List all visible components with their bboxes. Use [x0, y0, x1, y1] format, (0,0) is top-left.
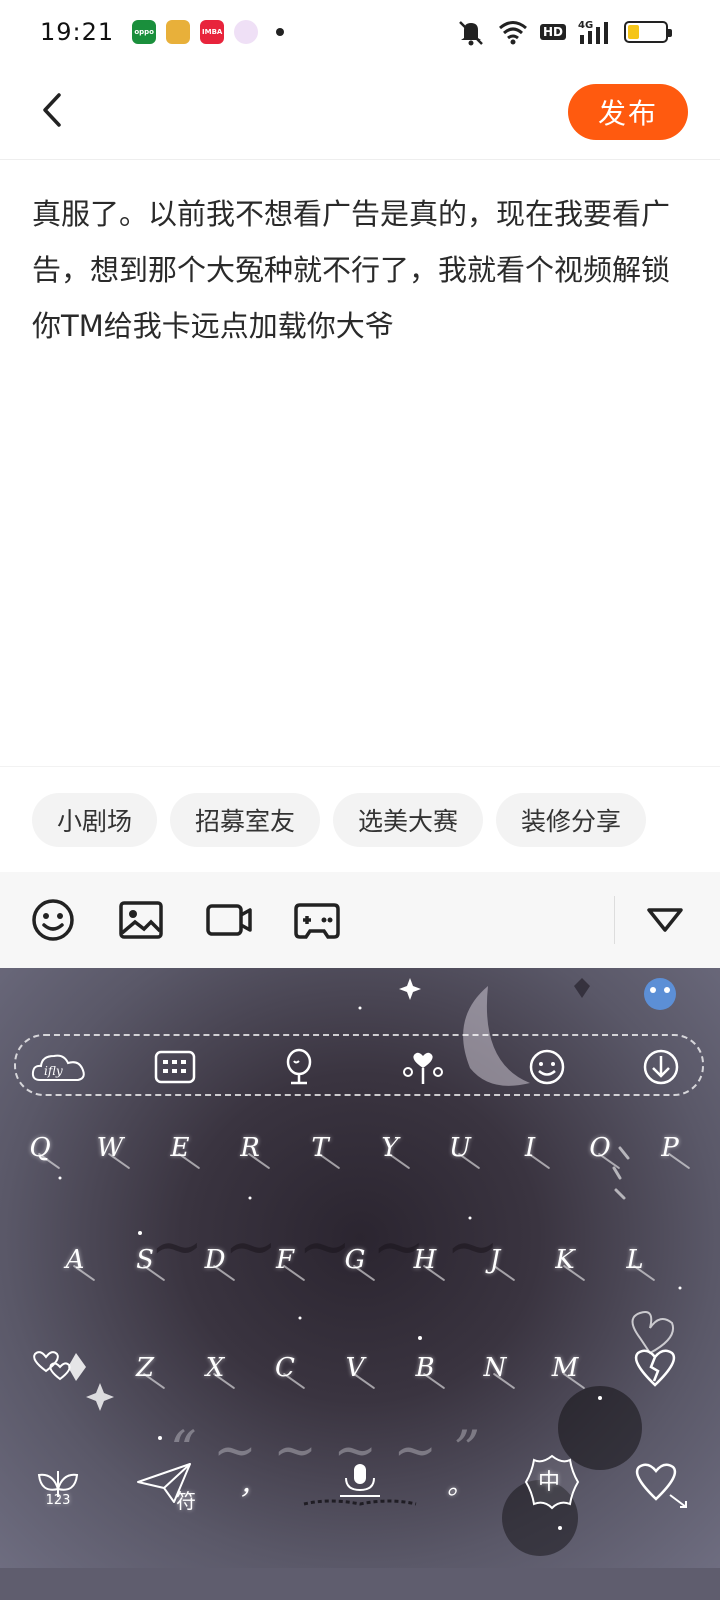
key-b[interactable]: B: [395, 1338, 455, 1398]
heart-app-icon: [234, 20, 259, 44]
broken-heart-icon: [634, 1349, 676, 1387]
microphone-icon: [303, 1464, 417, 1506]
toolbar-divider: [614, 896, 615, 944]
collapse-keyboard-button[interactable]: [640, 896, 690, 944]
key-r[interactable]: R: [220, 1118, 280, 1178]
gamepad-icon: [294, 903, 340, 939]
key-m[interactable]: M: [535, 1338, 595, 1398]
period-key[interactable]: 。: [430, 1448, 490, 1518]
key-d[interactable]: D: [185, 1230, 245, 1290]
wand-heart-icon: [403, 1052, 443, 1084]
mirror-icon: [286, 1048, 312, 1085]
emoji-button[interactable]: [28, 896, 78, 944]
game-button[interactable]: [292, 896, 342, 944]
post-text-editor[interactable]: 真服了。以前我不想看广告是真的，现在我要看广告，想到那个大冤种就不行了，我就看个…: [32, 186, 688, 354]
language-switch-key[interactable]: 中: [516, 1446, 588, 1518]
key-z[interactable]: Z: [115, 1338, 175, 1398]
key-v[interactable]: V: [325, 1338, 385, 1398]
keyboard-emoji-button[interactable]: [526, 1048, 568, 1086]
key-t[interactable]: T: [290, 1118, 350, 1178]
key-o[interactable]: O: [570, 1118, 630, 1178]
shift-hearts-icon: [33, 1351, 86, 1381]
key-s[interactable]: S: [115, 1230, 175, 1290]
image-icon: [119, 901, 163, 939]
divider: [0, 766, 720, 767]
enter-key[interactable]: [624, 1448, 696, 1518]
status-time: 19:21: [40, 18, 115, 46]
tag-small-theater[interactable]: 小剧场: [32, 793, 158, 847]
symbol-key[interactable]: 符: [128, 1448, 200, 1518]
key-k[interactable]: K: [535, 1230, 595, 1290]
emoji-icon: [32, 899, 74, 941]
ifly-cloud-icon: ifly: [31, 1054, 85, 1081]
keyboard-toolbar: ifly: [14, 1034, 704, 1096]
signal-icon: 4G: [578, 20, 608, 44]
hd-badge: HD: [539, 24, 566, 40]
tag-beauty-contest[interactable]: 选美大赛: [333, 793, 484, 847]
topic-tags: 小剧场 招募室友 选美大赛 装修分享: [32, 793, 647, 847]
voice-magic-button[interactable]: [402, 1048, 444, 1086]
key-a[interactable]: A: [45, 1230, 105, 1290]
battery-icon: [624, 21, 672, 43]
more-notifications-icon: [276, 28, 285, 36]
skin-button[interactable]: [278, 1048, 320, 1086]
key-g[interactable]: G: [325, 1230, 385, 1290]
key-u[interactable]: U: [430, 1118, 490, 1178]
publish-button[interactable]: 发布: [568, 84, 688, 140]
key-h[interactable]: H: [395, 1230, 455, 1290]
wifi-icon: [499, 21, 527, 45]
key-e[interactable]: E: [150, 1118, 210, 1178]
comma-key[interactable]: ，: [222, 1448, 282, 1518]
ifly-logo-text: ifly: [44, 1064, 63, 1078]
battery-level: [628, 25, 639, 39]
status-bar: 19:21 oppo IMBA HD 4G: [0, 0, 720, 64]
key-j[interactable]: J: [465, 1230, 525, 1290]
number-key[interactable]: 123: [24, 1448, 92, 1518]
smiley-icon: [529, 1049, 565, 1085]
key-x[interactable]: X: [185, 1338, 245, 1398]
back-button[interactable]: [28, 86, 76, 134]
editor-toolbar: [0, 872, 720, 968]
number-key-label: 123: [45, 1492, 71, 1508]
backspace-key[interactable]: [625, 1338, 685, 1398]
shift-key[interactable]: [20, 1338, 96, 1398]
key-p[interactable]: P: [640, 1118, 700, 1178]
key-w[interactable]: W: [80, 1118, 140, 1178]
circle-down-arrow-icon: [643, 1049, 679, 1085]
tag-recruit-roommate[interactable]: 招募室友: [170, 793, 321, 847]
key-n[interactable]: N: [465, 1338, 525, 1398]
back-arrow-icon: [43, 93, 61, 127]
space-key[interactable]: [290, 1453, 430, 1513]
keyboard-hide-button[interactable]: [640, 1048, 682, 1086]
key-l[interactable]: L: [605, 1230, 665, 1290]
shop-app-icon: IMBA: [200, 20, 225, 44]
game-app-icon: [166, 20, 191, 44]
video-button[interactable]: [204, 896, 254, 944]
navigation-bar: [0, 1568, 720, 1600]
oppo-app-icon: oppo: [132, 20, 157, 44]
parrot-icon: [644, 978, 676, 1010]
status-indicators: HD 4G: [456, 18, 672, 46]
keyboard-icon: [154, 1050, 196, 1084]
key-i[interactable]: I: [500, 1118, 560, 1178]
key-f[interactable]: F: [255, 1230, 315, 1290]
image-button[interactable]: [116, 896, 166, 944]
key-c[interactable]: C: [255, 1338, 315, 1398]
keyboard-layout-button[interactable]: [154, 1048, 196, 1086]
key-y[interactable]: Y: [360, 1118, 420, 1178]
network-type-label: 4G: [578, 20, 593, 31]
heart-arrow-icon: [635, 1463, 687, 1508]
symbol-key-label: 符: [176, 1489, 196, 1513]
key-q[interactable]: Q: [10, 1118, 70, 1178]
video-camera-icon: [206, 904, 252, 936]
themed-keyboard: ~ ~ ~ ~ ~ “ ~ ~ ~ ~ ” ifly Q W E R T Y U…: [0, 968, 720, 1568]
language-key-label: 中: [538, 1470, 561, 1495]
ifly-logo-button[interactable]: ifly: [30, 1048, 88, 1086]
triangle-down-icon: [647, 908, 683, 932]
header: 发布: [0, 64, 720, 160]
status-app-icons: oppo IMBA: [132, 20, 259, 44]
tag-decoration-share[interactable]: 装修分享: [496, 793, 647, 847]
mute-icon: [459, 21, 483, 46]
